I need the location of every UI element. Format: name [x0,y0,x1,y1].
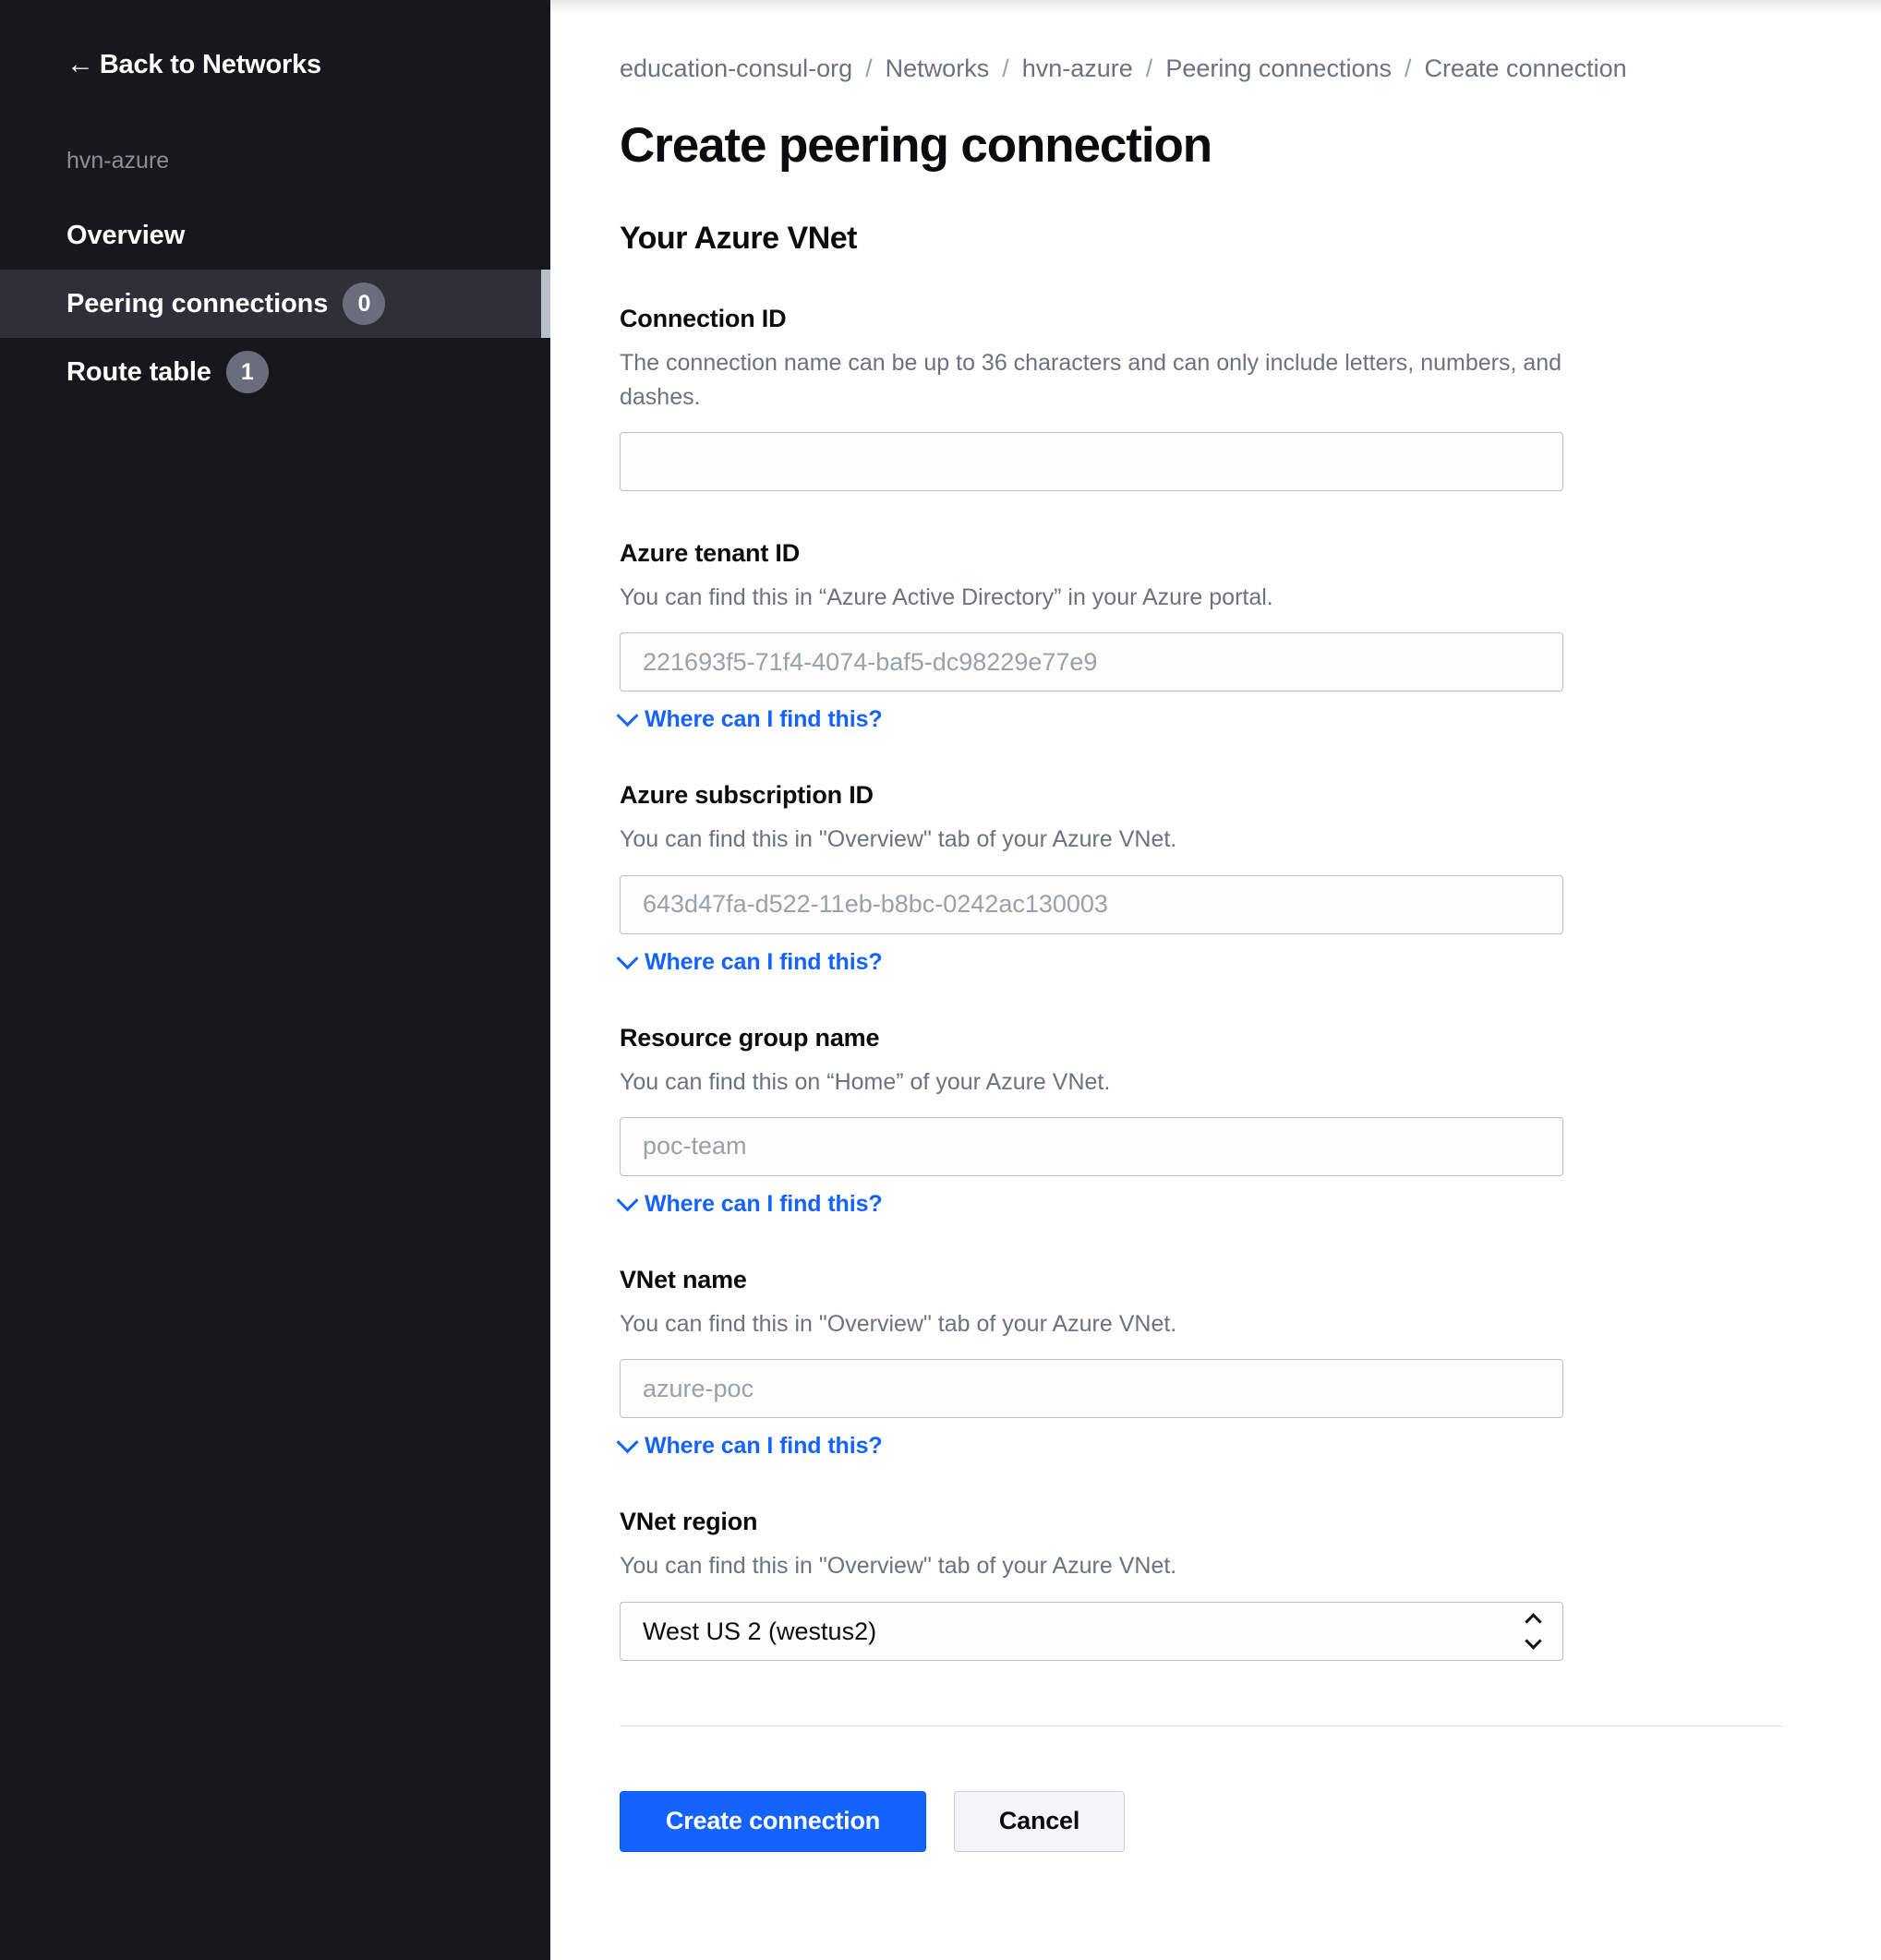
field-label: Resource group name [620,1023,880,1052]
sidebar-item-route-table[interactable]: Route table 1 [0,338,550,406]
where-can-i-find-this-link-vnet-name[interactable]: Where can I find this? [616,1431,883,1460]
field-label: Azure tenant ID [620,538,801,567]
breadcrumb-separator: / [1002,54,1009,82]
field-help-text: The connection name can be up to 36 char… [620,350,1562,410]
page-title: Create peering connection [620,118,1212,174]
chevron-down-icon [616,704,639,727]
chevron-down-icon [616,946,639,969]
section-title-your-azure-vnet: Your Azure VNet [620,221,857,257]
chevron-down-icon [616,1189,639,1212]
field-vnet-name: VNet name You can find this in "Overview… [616,1264,1751,1460]
field-vnet-region: VNet region You can find this in "Overvi… [620,1506,1751,1661]
sidebar: ← Back to Networks hvn-azure Overview Pe… [0,0,550,1960]
chevron-down-icon [616,1431,639,1454]
breadcrumb-item-org[interactable]: education-consul-org [620,54,852,83]
field-help-text: You can find this in "Overview" tab of y… [620,1311,1177,1338]
back-to-networks-link[interactable]: ← Back to Networks [0,44,550,85]
create-connection-button[interactable]: Create connection [620,1790,926,1852]
field-resource-group-name: Resource group name You can find this on… [616,1022,1751,1218]
field-connection-id: Connection ID The connection name can be… [620,303,1751,491]
breadcrumb-item-networks[interactable]: Networks [886,54,990,83]
sidebar-item-overview[interactable]: Overview [0,201,550,270]
sidebar-item-label: Peering connections [66,288,329,319]
back-arrow-icon: ← [66,49,94,79]
sidebar-network-name: hvn-azure [66,148,170,174]
breadcrumb-item-current: Create connection [1424,54,1627,82]
where-can-i-find-this-link-resource-group[interactable]: Where can I find this? [616,1189,883,1218]
app-root: ← Back to Networks hvn-azure Overview Pe… [0,0,1881,1960]
sidebar-item-label: Overview [66,220,186,250]
field-label: Connection ID [620,305,787,333]
breadcrumb-separator: / [865,54,873,82]
sidebar-item-peering-connections[interactable]: Peering connections 0 [0,270,550,338]
connection-id-input[interactable] [620,431,1563,491]
content-column: education-consul-org / Networks / hvn-az… [550,0,1783,1926]
breadcrumb-item-peering-connections[interactable]: Peering connections [1165,54,1392,83]
sidebar-item-label: Route table [66,356,211,387]
main-content: education-consul-org / Networks / hvn-az… [550,0,1881,1960]
field-help-text: You can find this on “Home” of your Azur… [620,1068,1111,1095]
vnet-region-select[interactable]: West US 2 (westus2) [620,1601,1563,1661]
breadcrumb-separator: / [1145,54,1153,82]
field-label: VNet region [620,1508,758,1536]
vnet-region-select-wrap: West US 2 (westus2) [620,1601,1563,1661]
azure-subscription-id-input[interactable] [620,874,1563,934]
azure-tenant-id-input[interactable] [620,632,1563,692]
field-azure-subscription-id: Azure subscription ID You can find this … [616,779,1751,976]
sidebar-item-badge: 0 [343,283,386,325]
where-can-i-find-this-link-subscription-id[interactable]: Where can I find this? [616,946,883,976]
back-to-networks-label: Back to Networks [99,49,321,79]
sidebar-nav: hvn-azure Overview Peering connections 0… [0,140,550,406]
find-link-label: Where can I find this? [645,1433,883,1460]
find-link-label: Where can I find this? [645,1190,883,1217]
where-can-i-find-this-link-tenant-id[interactable]: Where can I find this? [616,704,883,733]
field-help-text: You can find this in "Overview" tab of y… [620,1553,1177,1580]
form-actions: Create connection Cancel [620,1790,1751,1926]
breadcrumb-item-hvn-azure[interactable]: hvn-azure [1022,54,1133,83]
breadcrumb: education-consul-org / Networks / hvn-az… [620,54,1751,83]
field-help-text: You can find this in “Azure Active Direc… [620,584,1273,611]
find-link-label: Where can I find this? [645,948,883,975]
breadcrumb-separator: / [1404,54,1412,82]
cancel-button[interactable]: Cancel [954,1790,1125,1852]
field-help-text: You can find this in "Overview" tab of y… [620,826,1177,853]
field-azure-tenant-id: Azure tenant ID You can find this in “Az… [616,537,1751,733]
field-label: VNet name [620,1265,747,1293]
vnet-name-input[interactable] [620,1359,1563,1419]
resource-group-name-input[interactable] [620,1116,1563,1176]
find-link-label: Where can I find this? [645,706,883,733]
field-label: Azure subscription ID [620,781,874,810]
sidebar-item-badge: 1 [225,351,269,393]
